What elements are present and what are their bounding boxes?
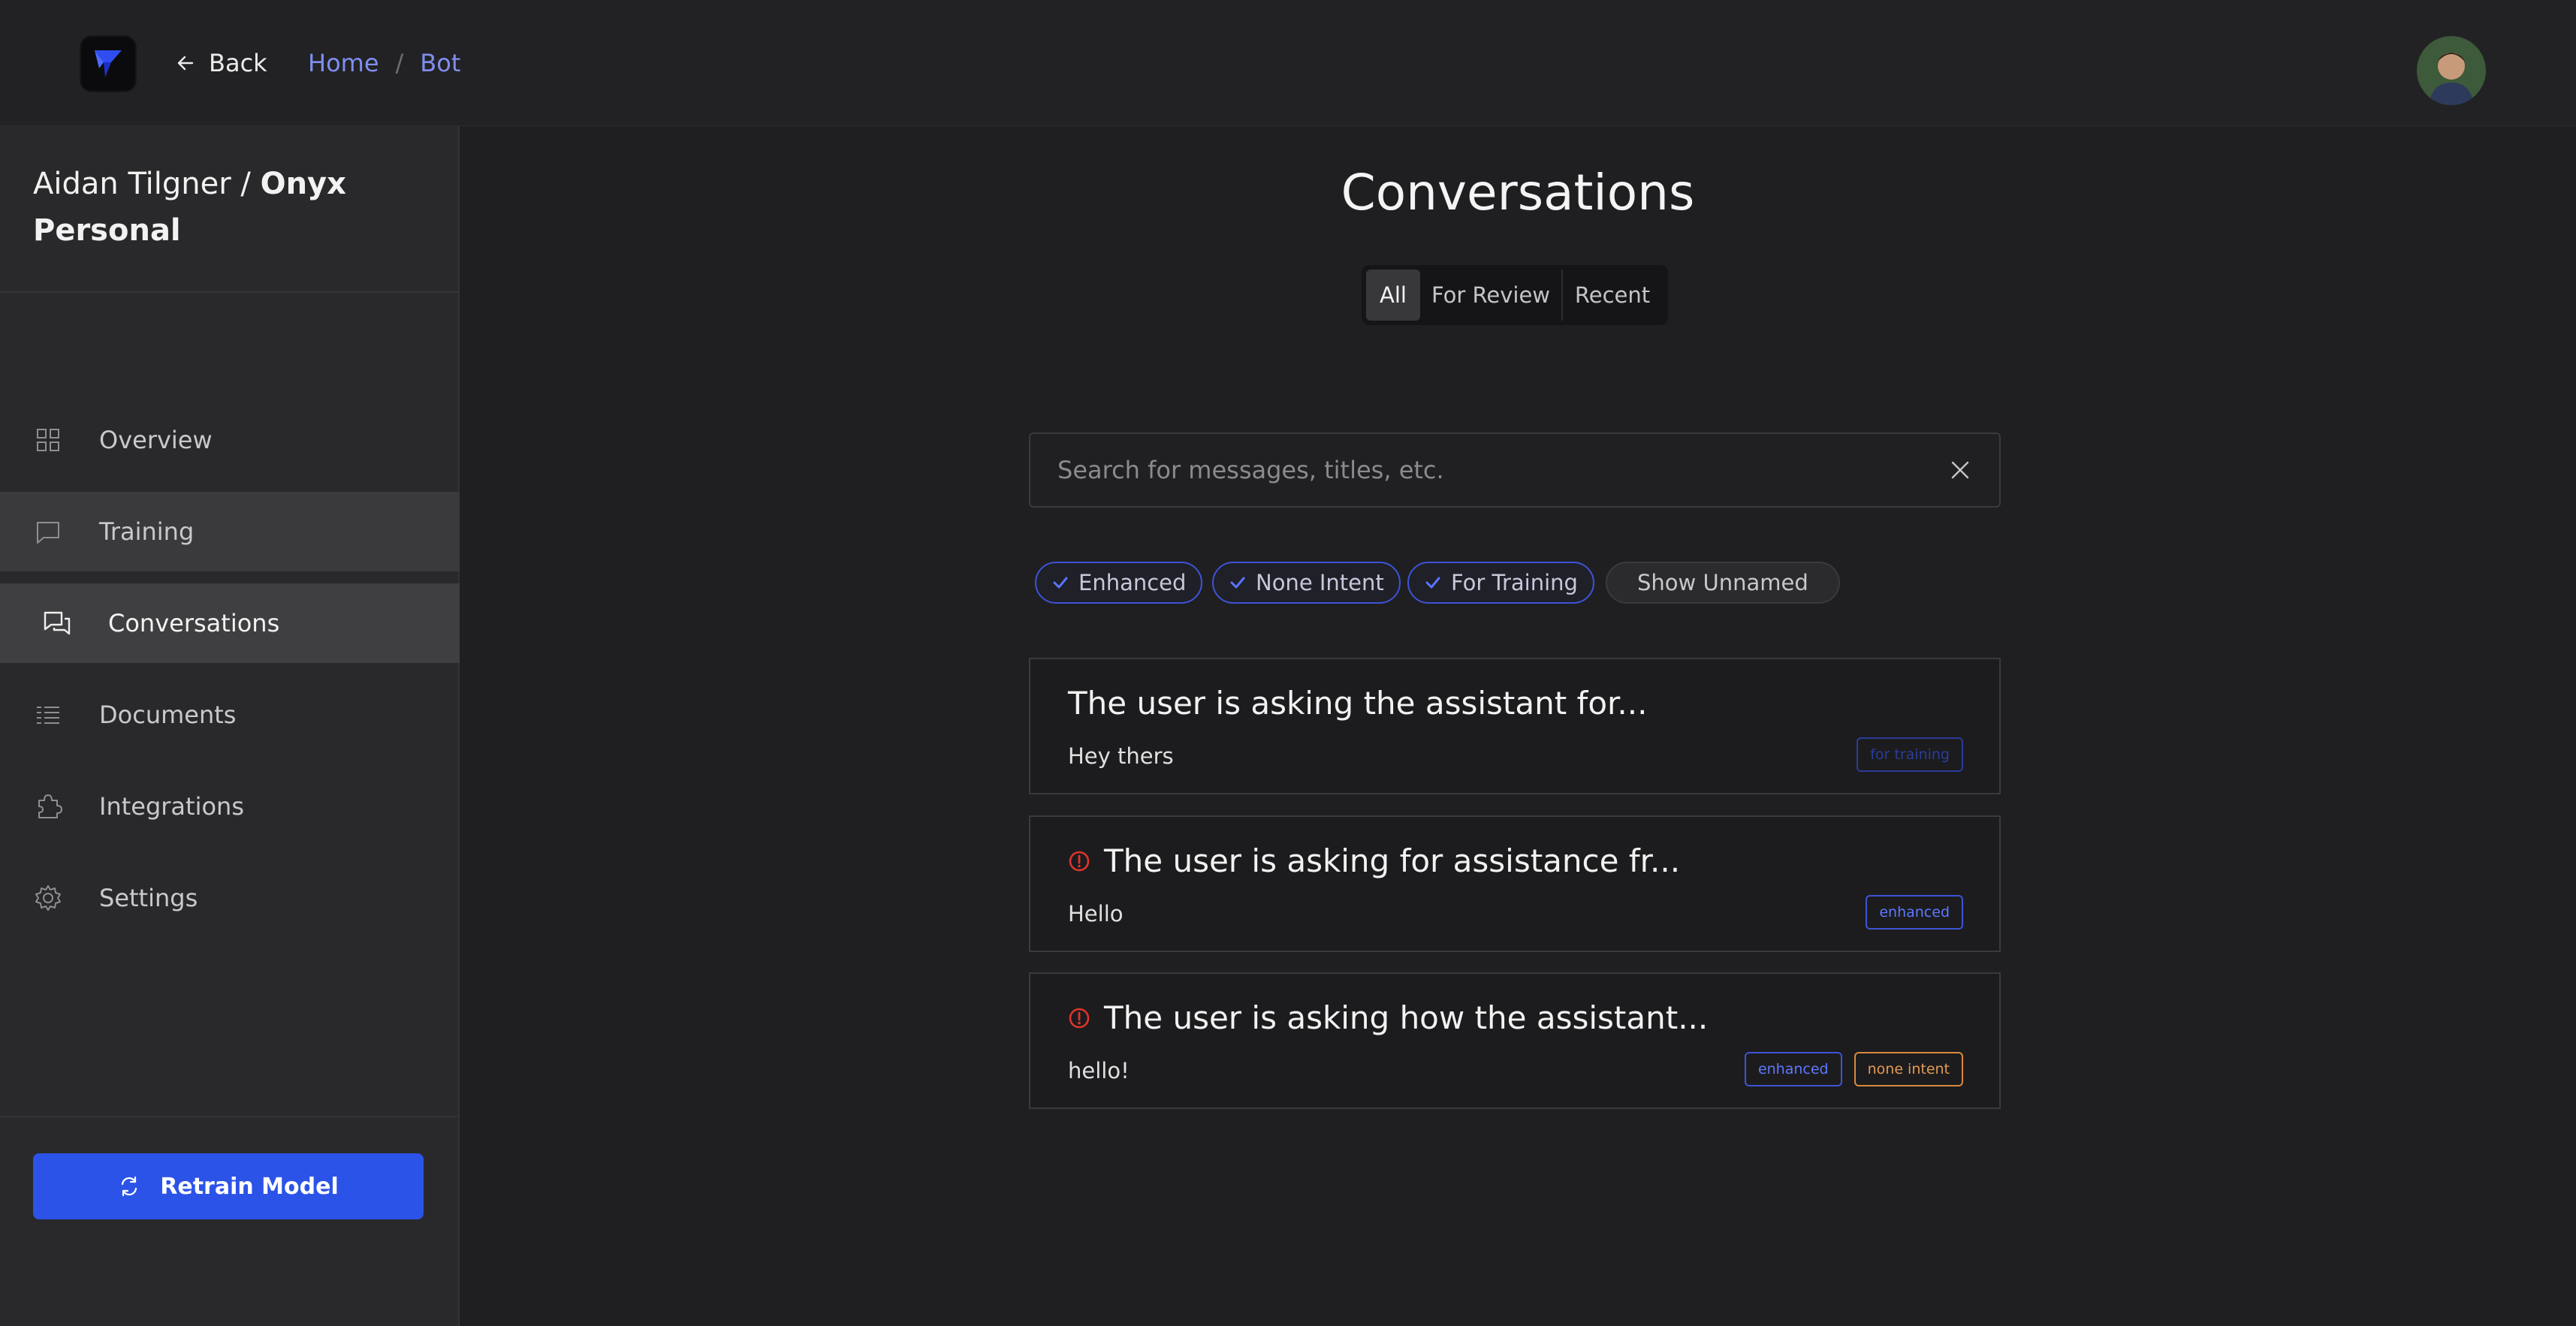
filter-chip-for-training[interactable]: For Training — [1407, 562, 1594, 604]
breadcrumb: Home / Bot — [308, 47, 460, 80]
filter-chip-show-unnamed[interactable]: Show Unnamed — [1606, 562, 1840, 604]
filter-label: For Training — [1451, 570, 1578, 595]
warning-icon — [1069, 851, 1090, 871]
conversation-tags: enhanced none intent — [1744, 1052, 1963, 1086]
check-icon — [1053, 577, 1068, 589]
filter-label: Enhanced — [1078, 570, 1187, 595]
logo-icon — [95, 50, 122, 77]
conversation-tabs: All For Review Recent — [1362, 265, 1668, 325]
refresh-icon — [122, 1176, 137, 1197]
back-button[interactable]: Back — [176, 47, 267, 80]
conversation-tags: for training — [1857, 737, 1963, 772]
conversation-title-text: The user is asking how the assistant... — [1104, 999, 1709, 1036]
search-box — [1029, 432, 2001, 508]
sidebar: Aidan Tilgner / Onyx Personal Overview T… — [0, 126, 460, 1326]
chat-bubbles-icon — [44, 611, 71, 635]
sidebar-item-settings[interactable]: Settings — [0, 858, 460, 938]
check-icon — [1230, 577, 1245, 589]
sidebar-item-label: Settings — [99, 884, 198, 912]
conversation-card[interactable]: The user is asking for assistance fr... … — [1029, 815, 2001, 952]
tab-for-review[interactable]: For Review — [1420, 270, 1561, 321]
conversation-snippet: Hey thers — [1068, 743, 1174, 769]
warning-icon — [1069, 1008, 1090, 1028]
gear-icon — [35, 885, 61, 911]
sidebar-divider — [0, 291, 460, 293]
sidebar-item-label: Integrations — [99, 792, 244, 821]
sidebar-item-label: Documents — [99, 701, 237, 729]
sidebar-item-label: Conversations — [108, 609, 280, 637]
sidebar-item-label: Training — [99, 517, 195, 546]
conversation-snippet: hello! — [1068, 1058, 1130, 1083]
page-title: Conversations — [1341, 164, 1695, 222]
user-avatar-image — [2417, 36, 2486, 105]
conversation-title: The user is asking how the assistant... — [1068, 999, 1708, 1036]
sidebar-item-conversations[interactable]: Conversations — [0, 583, 460, 663]
top-bar: Back Home / Bot — [0, 0, 2576, 126]
app-logo[interactable] — [81, 37, 135, 91]
conversation-title: The user is asking for assistance fr... — [1068, 842, 1680, 879]
conversation-title-text: The user is asking the assistant for... — [1068, 685, 1648, 722]
tag-none-intent: none intent — [1854, 1052, 1963, 1086]
conversation-title-text: The user is asking for assistance fr... — [1104, 842, 1681, 879]
tab-recent[interactable]: Recent — [1561, 270, 1662, 321]
conversation-tags: enhanced — [1866, 895, 1963, 930]
sidebar-item-overview[interactable]: Overview — [0, 400, 460, 480]
conversation-card[interactable]: The user is asking how the assistant... … — [1029, 972, 2001, 1109]
avatar[interactable] — [2417, 36, 2486, 105]
workspace-owner: Aidan Tilgner / — [33, 167, 261, 201]
retrain-label: Retrain Model — [160, 1173, 339, 1200]
sidebar-divider — [0, 1116, 460, 1117]
conversation-title: The user is asking the assistant for... — [1068, 685, 1647, 722]
sidebar-item-label: Overview — [99, 426, 213, 454]
filter-label: None Intent — [1256, 570, 1384, 595]
filter-chip-enhanced[interactable]: Enhanced — [1035, 562, 1203, 604]
sidebar-item-training[interactable]: Training — [0, 492, 460, 571]
retrain-model-button[interactable]: Retrain Model — [33, 1153, 424, 1219]
conversation-card[interactable]: The user is asking the assistant for... … — [1029, 658, 2001, 794]
breadcrumb-home[interactable]: Home — [308, 49, 379, 77]
breadcrumb-bot[interactable]: Bot — [420, 49, 460, 77]
close-icon[interactable] — [1948, 458, 1972, 482]
tag-enhanced: enhanced — [1866, 895, 1963, 930]
filter-label: Show Unnamed — [1637, 570, 1808, 595]
search-input[interactable] — [1057, 434, 1914, 506]
sidebar-item-documents[interactable]: Documents — [0, 675, 460, 755]
back-label: Back — [209, 49, 267, 77]
tag-enhanced: enhanced — [1744, 1052, 1842, 1086]
arrow-left-icon — [177, 56, 194, 71]
tag-for-training: for training — [1857, 737, 1963, 772]
list-icon — [37, 707, 59, 724]
check-icon — [1425, 577, 1440, 589]
chat-bubble-icon — [37, 522, 59, 544]
conversation-snippet: Hello — [1068, 901, 1124, 927]
sidebar-item-integrations[interactable]: Integrations — [0, 767, 460, 846]
breadcrumb-separator: / — [395, 49, 404, 77]
grid-icon — [37, 429, 59, 451]
workspace-name[interactable]: Aidan Tilgner / Onyx Personal — [33, 161, 424, 254]
tab-all[interactable]: All — [1366, 270, 1420, 321]
puzzle-icon — [38, 794, 62, 818]
filter-chip-none-intent[interactable]: None Intent — [1212, 562, 1401, 604]
